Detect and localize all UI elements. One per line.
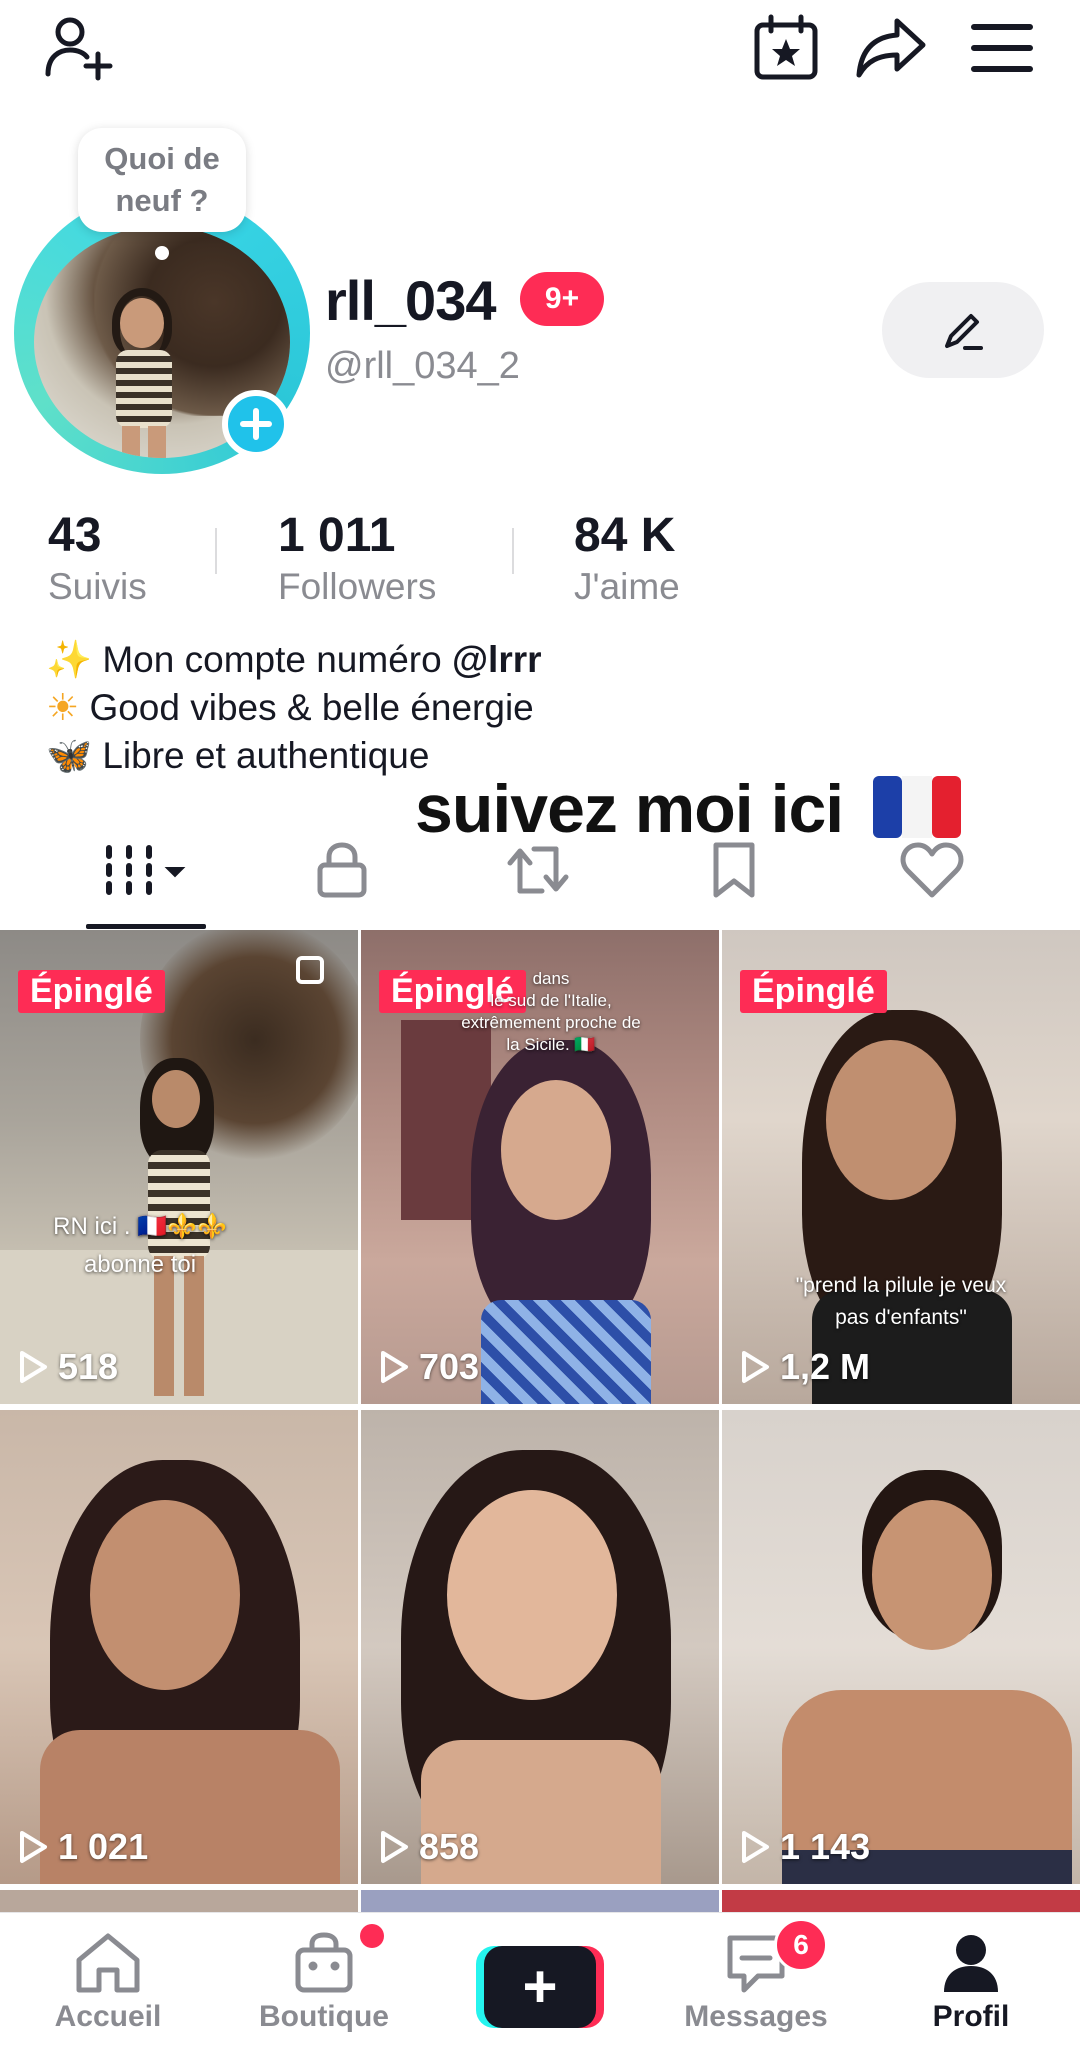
view-count: 703 (379, 1346, 479, 1388)
sparkles-icon: ✨ (46, 639, 93, 680)
notification-badge[interactable]: 9+ (520, 272, 604, 326)
view-count-value: 703 (419, 1346, 480, 1387)
plus-icon (240, 408, 272, 440)
bio-line-3: 🦋 Libre et authentique (46, 732, 429, 780)
menu-icon (971, 24, 1033, 72)
bio-line-1: ✨ Mon compte numéro @lrrr (46, 636, 542, 684)
profile-username: rll_034 (325, 269, 496, 332)
status-bubble[interactable]: Quoi de neuf ? (78, 128, 246, 232)
view-count: 1 143 (740, 1826, 870, 1868)
calendar-star-icon (754, 14, 818, 80)
video-tile[interactable]: 1 143 (722, 1410, 1080, 1884)
bio-text-2: Good vibes & belle énergie (89, 687, 534, 728)
nav-shop[interactable]: Boutique (229, 1932, 419, 2052)
video-caption: RN ici . 🇫🇷⚜️⚜️ abonne toi (53, 1213, 227, 1278)
edit-profile-button[interactable] (882, 282, 1044, 378)
home-icon (76, 1933, 140, 1993)
pencil-icon (945, 314, 983, 350)
nav-profile-label: Profil (932, 2000, 1010, 2033)
bio-mention-link[interactable]: @lrrr (452, 639, 542, 680)
stat-following-label: Suivis (48, 566, 147, 607)
pinned-badge: Épinglé (740, 970, 887, 1013)
view-count: 858 (379, 1826, 479, 1868)
view-count-value: 858 (419, 1826, 480, 1867)
tab-private[interactable] (282, 830, 402, 910)
play-icon (742, 1351, 769, 1383)
bio-text-3: Libre et authentique (102, 735, 430, 776)
plus-icon: + (484, 1946, 596, 2028)
stat-followers-value: 1 011 (278, 509, 396, 562)
tab-reposts[interactable] (478, 830, 598, 910)
video-caption: "prend la pilule je veux pas d'enfants" (795, 1274, 1007, 1329)
menu-button[interactable] (962, 8, 1042, 88)
profile-handle: @rll_034_2 (325, 345, 520, 387)
shop-notification-dot (360, 1924, 384, 1948)
view-count-value: 1 021 (58, 1826, 149, 1867)
repost-icon (507, 846, 569, 894)
stat-likes-label: J'aime (574, 566, 680, 607)
heart-icon (900, 842, 964, 898)
bio-text-1: Mon compte numéro (102, 639, 452, 680)
video-tile[interactable]: 1 021 (0, 1410, 358, 1884)
butterfly-icon: 🦋 (46, 735, 93, 776)
video-tile[interactable] (722, 1890, 1080, 1912)
view-count-value: 518 (58, 1346, 119, 1387)
nav-home[interactable]: Accueil (13, 1932, 203, 2052)
create-button[interactable]: + (476, 1946, 604, 2028)
nav-profile[interactable]: Profil (876, 1932, 1066, 2052)
messages-badge: 6 (774, 1918, 828, 1972)
calendar-button[interactable] (746, 8, 826, 88)
tab-active-indicator (86, 924, 206, 929)
play-icon (381, 1831, 408, 1863)
shopping-bag-icon (295, 1932, 353, 1993)
video-tile[interactable]: Épinglé dans le sud de l'Italie, extrême… (361, 930, 719, 1404)
view-count-value: 1 143 (780, 1826, 871, 1867)
add-user-icon (45, 17, 113, 81)
view-count: 1 021 (18, 1826, 148, 1868)
bookmark-icon (713, 842, 755, 898)
video-caption: dans le sud de l'Italie, extrêmement pro… (461, 969, 641, 1054)
video-tile[interactable]: 858 (361, 1410, 719, 1884)
profile-icon (944, 1935, 998, 1992)
nav-messages-label: Messages (684, 2000, 828, 2033)
video-tile[interactable]: Épinglé RN ici . 🇫🇷⚜️⚜️ abonne toi 518 (0, 930, 358, 1404)
stat-divider (215, 528, 217, 574)
play-icon (742, 1831, 769, 1863)
play-icon (20, 1351, 47, 1383)
pinned-badge: Épinglé (18, 970, 165, 1013)
bubble-line-2: neuf ? (115, 183, 209, 218)
nav-shop-label: Boutique (259, 2000, 389, 2033)
share-icon (856, 18, 926, 78)
checkbox-icon (296, 956, 324, 984)
bubble-line-1: Quoi de (104, 141, 220, 176)
stat-divider (512, 528, 514, 574)
add-user-button[interactable] (38, 8, 118, 88)
video-tile[interactable] (361, 1890, 719, 1912)
video-tile[interactable]: Épinglé "prend la pilule je veux pas d'e… (722, 930, 1080, 1404)
stat-likes-value: 84 K (574, 509, 676, 562)
play-icon (381, 1351, 408, 1383)
bio-line-2: ☀ Good vibes & belle énergie (46, 684, 534, 732)
add-story-button[interactable] (222, 390, 290, 458)
video-tile[interactable] (0, 1890, 358, 1912)
tab-liked[interactable] (872, 830, 992, 910)
flag-france-icon (873, 776, 962, 838)
tab-favorites[interactable] (674, 830, 794, 910)
stat-followers-label: Followers (278, 566, 437, 607)
videos-grid-icon (106, 845, 186, 895)
view-count-value: 1,2 M (780, 1346, 871, 1387)
bubble-tail (155, 246, 169, 260)
lock-icon (317, 842, 367, 898)
share-button[interactable] (852, 8, 932, 88)
tab-videos[interactable] (86, 830, 206, 910)
stat-following-value: 43 (48, 509, 102, 562)
view-count: 1,2 M (740, 1346, 870, 1388)
play-icon (20, 1831, 47, 1863)
nav-home-label: Accueil (54, 2000, 162, 2033)
view-count: 518 (18, 1346, 118, 1388)
sun-icon: ☀ (46, 687, 80, 728)
